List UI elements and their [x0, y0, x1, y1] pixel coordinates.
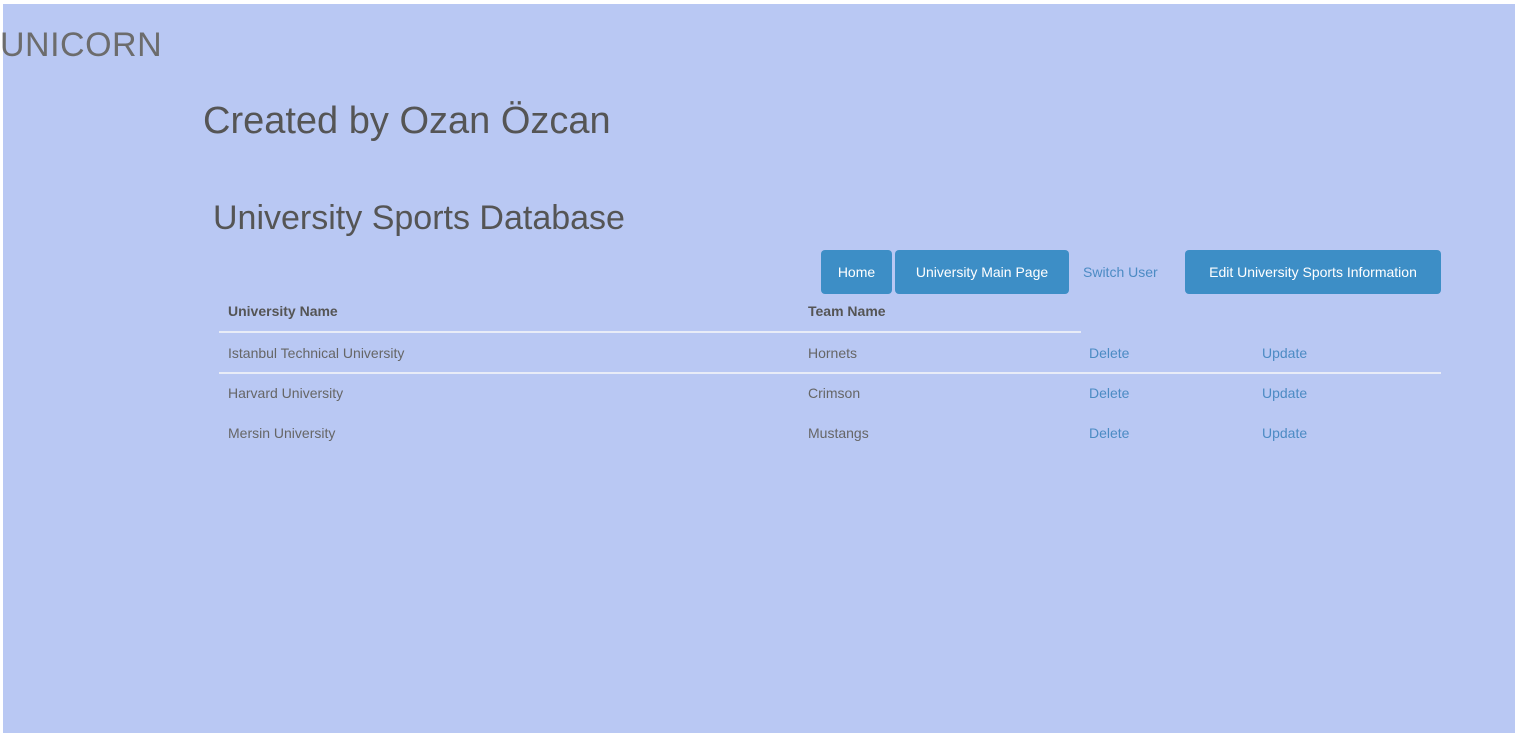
- university-name-cell: Mersin University: [228, 425, 336, 441]
- brand-logo[interactable]: UNICORN: [0, 26, 162, 65]
- home-button[interactable]: Home: [821, 250, 892, 294]
- creator-heading: Created by Ozan Özcan: [203, 100, 611, 142]
- page-title: University Sports Database: [213, 199, 625, 237]
- university-name-cell: Istanbul Technical University: [228, 345, 405, 361]
- university-main-page-button[interactable]: University Main Page: [895, 250, 1069, 294]
- delete-link[interactable]: Delete: [1089, 425, 1129, 441]
- team-name-cell: Mustangs: [808, 425, 869, 441]
- edit-sports-info-button[interactable]: Edit University Sports Information: [1185, 250, 1441, 294]
- university-name-cell: Harvard University: [228, 385, 344, 401]
- column-header-university-name: University Name: [228, 303, 338, 319]
- delete-link[interactable]: Delete: [1089, 385, 1129, 401]
- team-name-cell: Crimson: [808, 385, 861, 401]
- column-header-team-name: Team Name: [808, 303, 886, 319]
- switch-user-link[interactable]: Switch User: [1083, 250, 1158, 294]
- header-divider: [219, 331, 1081, 333]
- update-link[interactable]: Update: [1262, 345, 1307, 361]
- update-link[interactable]: Update: [1262, 425, 1307, 441]
- row-divider: [219, 372, 1441, 374]
- delete-link[interactable]: Delete: [1089, 345, 1129, 361]
- team-name-cell: Hornets: [808, 345, 858, 361]
- update-link[interactable]: Update: [1262, 385, 1307, 401]
